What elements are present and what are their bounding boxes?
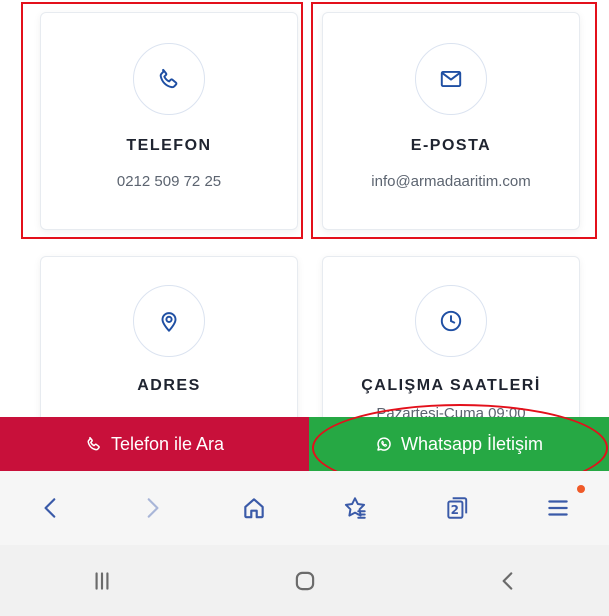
mail-icon <box>415 43 487 115</box>
menu-icon[interactable] <box>508 471 609 545</box>
notification-dot <box>577 485 585 493</box>
email-card[interactable]: E-POSTA info@armadaaritim.com <box>322 12 580 230</box>
forward-icon[interactable] <box>102 471 204 545</box>
tab-count: 2 <box>450 503 459 517</box>
back-icon[interactable] <box>0 471 102 545</box>
tabs-icon[interactable]: 2 <box>406 471 508 545</box>
phone-card[interactable]: TELEFON 0212 509 72 25 <box>40 12 298 230</box>
working-hours-card[interactable]: ÇALIŞMA SAATLERİ Pazartesi-Cuma 09:00 <box>322 256 580 436</box>
bookmarks-icon[interactable] <box>305 471 407 545</box>
back-button-icon[interactable] <box>406 545 609 616</box>
recent-apps-icon[interactable] <box>0 545 203 616</box>
home-icon[interactable] <box>203 471 305 545</box>
card-title: ÇALIŞMA SAATLERİ <box>361 377 541 394</box>
whatsapp-button-label: Whatsapp İletişim <box>400 433 544 454</box>
call-button-label: Telefon ile Ara <box>110 433 225 454</box>
email-address[interactable]: info@armadaaritim.com <box>371 173 530 190</box>
card-title: TELEFON <box>126 137 212 154</box>
home-button-icon[interactable] <box>203 545 406 616</box>
whatsapp-button[interactable]: Whatsapp İletişim <box>309 417 609 471</box>
call-button[interactable]: Telefon ile Ara <box>0 417 309 471</box>
contact-action-bar: Telefon ile Ara Whatsapp İletişim <box>0 417 609 471</box>
phone-number[interactable]: 0212 509 72 25 <box>117 173 221 190</box>
system-navigation-bar <box>0 545 609 616</box>
browser-toolbar: 2 <box>0 471 609 545</box>
whatsapp-icon <box>377 437 391 451</box>
address-card[interactable]: ADRES <box>40 256 298 436</box>
card-title: ADRES <box>137 377 201 394</box>
phone-icon <box>133 43 205 115</box>
page: TELEFON 0212 509 72 25 E-POSTA info@arma… <box>0 0 609 616</box>
phone-icon <box>87 436 100 451</box>
location-pin-icon <box>133 285 205 357</box>
card-title: E-POSTA <box>410 137 492 154</box>
clock-icon <box>415 285 487 357</box>
